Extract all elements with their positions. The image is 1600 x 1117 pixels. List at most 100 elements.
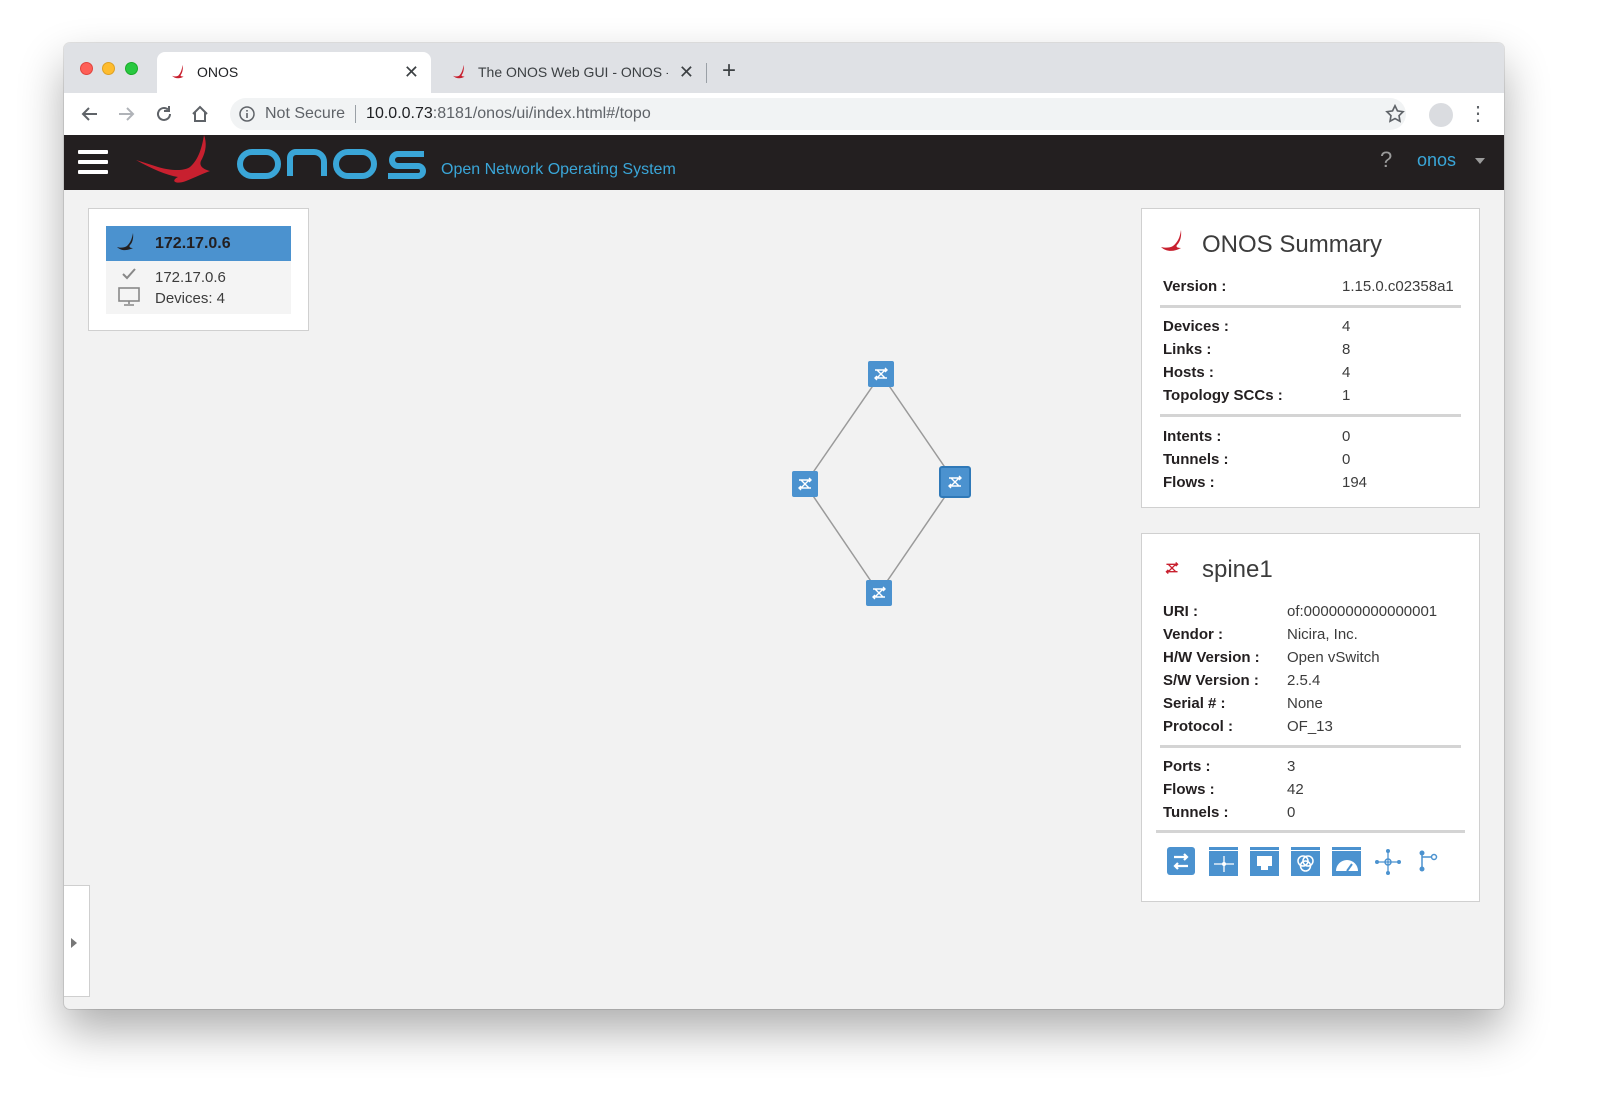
divider <box>1156 830 1465 833</box>
device-node-left[interactable] <box>792 471 818 497</box>
show-pipeconf-icon[interactable] <box>1373 847 1403 877</box>
forward-button[interactable] <box>114 102 138 126</box>
divider <box>1160 414 1461 417</box>
property-label: Flows : <box>1163 781 1215 798</box>
user-menu-caret-icon[interactable] <box>1475 158 1485 164</box>
close-window-button[interactable] <box>80 62 93 75</box>
browser-toolbar: Not Secure 10.0.0.73 :8181/onos/ui/index… <box>64 93 1504 135</box>
topology-graph[interactable] <box>764 343 1004 623</box>
home-icon <box>192 105 208 122</box>
tab-onos-web-gui[interactable]: The ONOS Web GUI - ONOS - ✕ <box>438 52 706 93</box>
topology-link[interactable] <box>880 373 956 483</box>
instance-card[interactable]: 172.17.0.6 172.17.0.6 Devices: 4 <box>106 226 291 314</box>
property-label: S/W Version : <box>1163 672 1259 689</box>
property-value: 2.5.4 <box>1287 672 1321 689</box>
reload-button[interactable] <box>152 102 176 126</box>
property-label: Tunnels : <box>1163 451 1229 468</box>
property-label: Serial # : <box>1163 695 1226 712</box>
home-button[interactable] <box>188 102 212 126</box>
property-value: 42 <box>1287 781 1304 798</box>
onos-bird-icon <box>1161 230 1182 251</box>
show-ports-icon[interactable] <box>1250 847 1280 877</box>
property-value: of:0000000000000001 <box>1287 603 1438 620</box>
topology-links <box>804 373 956 594</box>
forward-arrow-icon <box>119 107 135 121</box>
topology-link[interactable] <box>804 373 882 485</box>
address-bar[interactable]: Not Secure 10.0.0.73 :8181/onos/ui/index… <box>230 98 1406 130</box>
side-panel-toggle[interactable] <box>64 885 90 997</box>
security-label: Not Secure <box>265 105 346 122</box>
property-value: 4 <box>1342 318 1351 335</box>
onos-bird-icon <box>171 64 184 79</box>
help-icon[interactable]: ? <box>1380 147 1392 173</box>
info-icon[interactable] <box>239 106 255 122</box>
back-arrow-icon <box>81 107 97 121</box>
switch-icon <box>1165 561 1179 575</box>
reload-icon <box>157 106 171 121</box>
profile-avatar[interactable] <box>1429 103 1453 127</box>
device-node-right-selected[interactable] <box>939 466 971 498</box>
url-path: :8181/onos/ui/index.html#/topo <box>432 105 651 122</box>
property-label: Links : <box>1163 341 1212 358</box>
show-path-icon[interactable] <box>1414 847 1444 877</box>
device-details-panel: spine1 URI : of:0000000000000001 Vendor … <box>1141 533 1480 902</box>
tab-strip: ONOS ✕ The ONOS Web GUI - ONOS - ✕ + <box>64 43 1504 93</box>
check-icon <box>122 268 136 280</box>
tab-separator <box>706 63 707 83</box>
monitor-icon <box>118 287 140 306</box>
nav-menu-icon[interactable] <box>78 150 108 174</box>
topology-link[interactable] <box>878 481 956 594</box>
divider <box>1160 305 1461 308</box>
property-value: 1.15.0.c02358a1 <box>1342 278 1454 295</box>
divider <box>1160 745 1461 748</box>
onos-bird-logo <box>136 135 210 183</box>
instance-header[interactable]: 172.17.0.6 <box>106 226 291 261</box>
maximize-window-button[interactable] <box>125 62 138 75</box>
property-label: Flows : <box>1163 474 1215 491</box>
new-tab-button[interactable]: + <box>722 57 736 85</box>
topology-link[interactable] <box>804 483 880 594</box>
close-tab-icon[interactable]: ✕ <box>679 62 694 83</box>
close-tab-icon[interactable]: ✕ <box>404 62 419 83</box>
property-label: Intents : <box>1163 428 1222 445</box>
device-title: spine1 <box>1202 556 1273 583</box>
property-value: Nicira, Inc. <box>1287 626 1358 643</box>
onos-summary-panel: ONOS Summary Version : 1.15.0.c02358a1 D… <box>1141 208 1480 508</box>
property-label: Version : <box>1163 278 1227 295</box>
onos-bird-icon <box>452 64 465 79</box>
onos-tagline: Open Network Operating System <box>441 161 676 178</box>
tab-onos[interactable]: ONOS ✕ <box>157 52 431 93</box>
property-value: Open vSwitch <box>1287 649 1380 666</box>
property-value: OF_13 <box>1287 718 1333 735</box>
show-devices-icon[interactable] <box>1167 847 1197 877</box>
property-label: Ports : <box>1163 758 1211 775</box>
property-value: 0 <box>1342 451 1351 468</box>
browser-menu-icon[interactable]: ⋮ <box>1468 101 1488 126</box>
expand-arrow-icon <box>71 938 77 948</box>
property-label: Topology SCCs : <box>1163 387 1283 404</box>
onos-masthead: Open Network Operating System ? onos <box>64 135 1504 190</box>
onos-wordmark-logo <box>237 149 426 179</box>
tab-title: The ONOS Web GUI - ONOS - <box>478 64 668 80</box>
show-meters-icon[interactable] <box>1332 847 1362 877</box>
instance-address: 172.17.0.6 <box>155 269 226 286</box>
tab-title: ONOS <box>197 64 239 80</box>
user-menu[interactable]: onos <box>1417 150 1456 171</box>
property-label: Devices : <box>1163 318 1229 335</box>
property-label: URI : <box>1163 603 1198 620</box>
property-label: Vendor : <box>1163 626 1224 643</box>
minimize-window-button[interactable] <box>102 62 115 75</box>
address-separator <box>355 105 357 123</box>
show-flows-icon[interactable] <box>1209 847 1239 877</box>
property-value: 0 <box>1287 804 1296 821</box>
bookmark-star-icon[interactable] <box>1384 103 1406 125</box>
property-value: 0 <box>1342 428 1351 445</box>
device-node-top[interactable] <box>868 361 894 387</box>
device-node-bottom[interactable] <box>866 580 892 606</box>
property-value: 4 <box>1342 364 1351 381</box>
back-button[interactable] <box>78 102 102 126</box>
property-value: None <box>1287 695 1323 712</box>
browser-window: ONOS ✕ The ONOS Web GUI - ONOS - ✕ + Not… <box>64 43 1504 1009</box>
onos-instances-panel: 172.17.0.6 172.17.0.6 Devices: 4 <box>88 208 309 331</box>
show-groups-icon[interactable] <box>1291 847 1321 877</box>
